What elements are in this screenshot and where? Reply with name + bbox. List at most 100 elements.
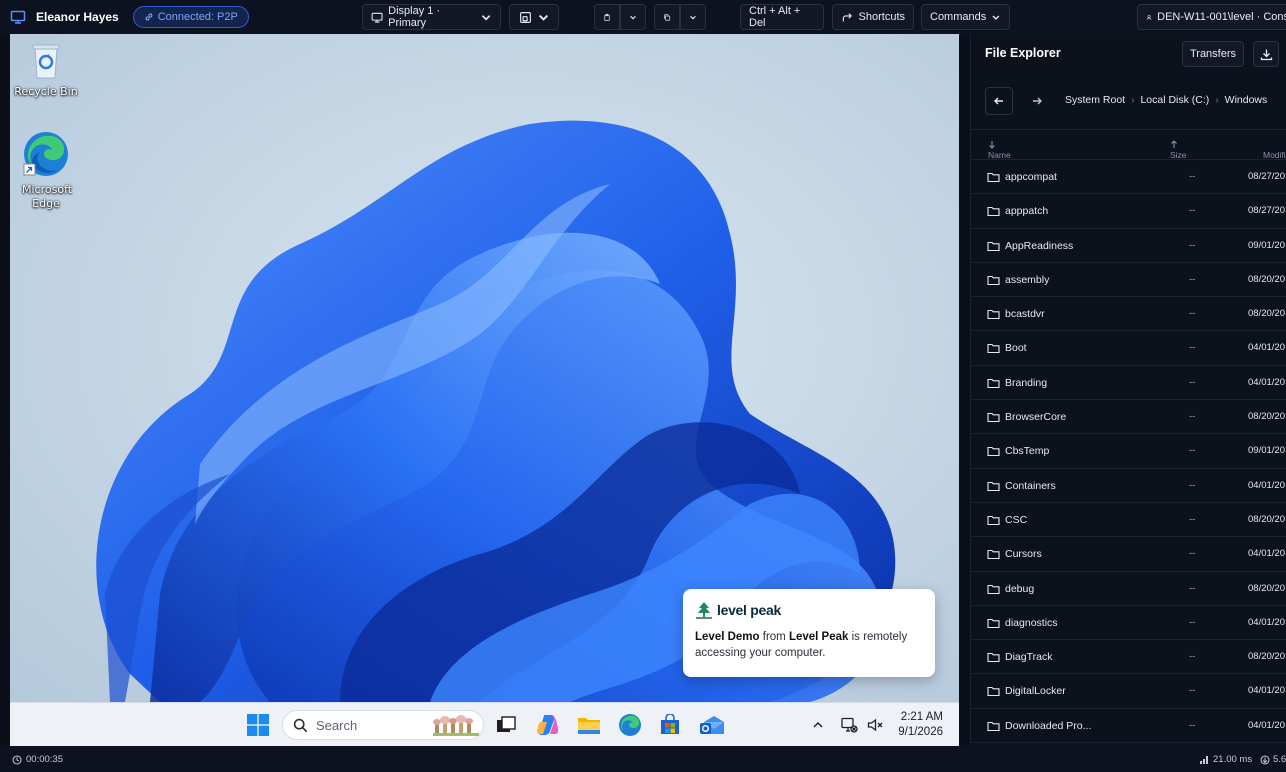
clipboard-menu-button[interactable] — [620, 4, 646, 30]
shortcuts-button[interactable]: Shortcuts — [832, 4, 914, 30]
desktop-icon-recycle-bin[interactable]: Recycle Bin — [10, 42, 82, 98]
file-name: DigitalLocker — [1005, 685, 1066, 698]
taskbar-search-placeholder: Search — [316, 717, 358, 733]
file-size: -- — [1189, 171, 1196, 182]
taskbar-search-box[interactable]: Search — [282, 710, 484, 740]
connection-status-badge[interactable]: Connected: P2P — [132, 6, 249, 28]
file-row[interactable]: AppReadiness -- 09/01/20 — [971, 229, 1286, 263]
folder-icon — [578, 718, 600, 734]
folder-icon — [987, 481, 1000, 491]
file-row[interactable]: Containers -- 04/01/20 — [971, 469, 1286, 503]
latency-indicator: 21.00 ms — [1200, 754, 1252, 765]
task-view-button[interactable] — [492, 711, 520, 739]
link-icon — [145, 13, 153, 21]
file-explorer-taskbar-button[interactable] — [575, 711, 603, 739]
file-name: bcastdvr — [1005, 308, 1045, 321]
folder-icon — [987, 310, 1000, 320]
transfers-button[interactable]: Transfers — [1182, 41, 1244, 67]
file-row[interactable]: appcompat -- 08/27/20 — [971, 160, 1286, 195]
store-taskbar-button[interactable] — [656, 711, 684, 739]
bandwidth-indicator: 5.6 — [1260, 754, 1286, 765]
file-table-header: Name Size Modifi — [971, 129, 1286, 160]
column-header-size[interactable]: Size — [1170, 140, 1187, 160]
file-size: -- — [1189, 239, 1196, 251]
windows-logo-icon — [247, 714, 269, 736]
device-info-button[interactable]: DEN-W11-001\level · Cons — [1137, 4, 1286, 30]
breadcrumb-item[interactable]: Windows — [1225, 94, 1268, 106]
show-hidden-icons-button[interactable] — [808, 711, 828, 739]
file-row[interactable]: CSC -- 08/20/20 — [971, 503, 1286, 538]
file-modified: 04/01/20 — [1248, 376, 1285, 388]
ctrl-alt-del-button[interactable]: Ctrl + Alt + Del — [740, 4, 824, 30]
folder-icon — [987, 515, 1000, 526]
file-row[interactable]: DigitalLocker -- 04/01/20 — [971, 674, 1286, 709]
clock-icon — [12, 755, 22, 764]
view-mode-button[interactable] — [509, 4, 559, 30]
remote-desktop-screen[interactable]: Recycle Bin Microsoft Edge level peak Le… — [10, 34, 959, 746]
chevron-up-icon — [813, 721, 823, 728]
file-size: -- — [1189, 616, 1196, 628]
clipboard-button[interactable] — [594, 4, 620, 30]
file-size: -- — [1189, 205, 1196, 217]
taskbar-clock[interactable]: 2:21 AM 9/1/2026 — [898, 710, 943, 740]
breadcrumb-item[interactable]: Local Disk (C:) — [1140, 94, 1209, 106]
chevron-down-icon — [690, 15, 696, 19]
copy-icon — [664, 13, 671, 21]
folder-icon — [987, 207, 1000, 217]
back-button[interactable] — [985, 87, 1013, 115]
folder-icon — [987, 172, 1000, 183]
clipboard-icon — [604, 13, 610, 21]
display-select-button[interactable]: Display 1 · Primary — [362, 4, 501, 30]
copy-menu-button[interactable] — [680, 4, 706, 30]
file-row[interactable]: bcastdvr -- 08/20/20 — [971, 297, 1286, 332]
file-name: DiagTrack — [1005, 651, 1053, 664]
file-modified: 09/01/20 — [1248, 239, 1285, 251]
file-row[interactable]: Cursors -- 04/01/20 — [971, 537, 1286, 572]
ctrl-alt-del-label: Ctrl + Alt + Del — [749, 5, 801, 29]
folder-icon — [987, 413, 1000, 423]
window-fit-icon — [519, 11, 531, 23]
file-name: debug — [1005, 582, 1035, 595]
commands-button[interactable]: Commands — [921, 4, 1010, 30]
file-size: -- — [1189, 445, 1196, 457]
connection-status-label: Connected: P2P — [157, 11, 238, 23]
copy-button[interactable] — [654, 4, 680, 30]
transfers-label: Transfers — [1189, 48, 1237, 60]
desktop-icon-edge[interactable]: Microsoft Edge — [10, 130, 82, 211]
breadcrumb-item[interactable]: System Root — [1065, 94, 1125, 106]
file-name: Cursors — [1005, 548, 1042, 561]
file-row[interactable]: debug -- 08/20/20 — [971, 572, 1286, 606]
download-button[interactable] — [1253, 41, 1279, 67]
file-row[interactable]: Downloaded Pro... -- 04/01/20 — [971, 709, 1286, 744]
desktop-icon-label: Microsoft Edge — [22, 183, 73, 210]
top-toolbar: Eleanor Hayes Connected: P2P Display 1 ·… — [0, 0, 1286, 34]
chevron-down-icon — [538, 14, 548, 21]
search-highlight-icon — [433, 715, 479, 736]
file-row[interactable]: Boot -- 04/01/20 — [971, 331, 1286, 366]
commands-label: Commands — [930, 11, 987, 23]
file-row[interactable]: Branding -- 04/01/20 — [971, 366, 1286, 401]
file-modified: 04/01/20 — [1248, 548, 1285, 560]
edge-taskbar-button[interactable] — [616, 711, 644, 739]
file-name: assembly — [1005, 273, 1050, 286]
remote-access-notification[interactable]: level peak Level Demo from Level Peak is… — [683, 589, 935, 677]
file-row[interactable]: DiagTrack -- 08/20/20 — [971, 640, 1286, 675]
session-timer-value: 00:00:35 — [26, 754, 63, 765]
file-row[interactable]: assembly -- 08/20/20 — [971, 263, 1286, 298]
column-header-name[interactable]: Name — [988, 140, 1011, 160]
latency-value: 21.00 ms — [1213, 754, 1253, 765]
network-status-button[interactable] — [838, 711, 860, 739]
forward-button[interactable] — [1023, 87, 1051, 115]
file-size: -- — [1189, 548, 1196, 560]
desktop-icon-label: Recycle Bin — [14, 85, 78, 98]
file-row[interactable]: BrowserCore -- 08/20/20 — [971, 400, 1286, 435]
start-button[interactable] — [244, 711, 272, 739]
file-row[interactable]: diagnostics -- 04/01/20 — [971, 606, 1286, 641]
file-row[interactable]: CbsTemp -- 09/01/20 — [971, 434, 1286, 469]
folder-icon — [987, 447, 1000, 457]
outlook-taskbar-button[interactable] — [698, 711, 726, 739]
volume-button[interactable] — [864, 711, 886, 739]
shortcuts-label: Shortcuts — [858, 11, 905, 23]
copilot-button[interactable] — [534, 711, 562, 739]
file-row[interactable]: apppatch -- 08/27/20 — [971, 194, 1286, 229]
